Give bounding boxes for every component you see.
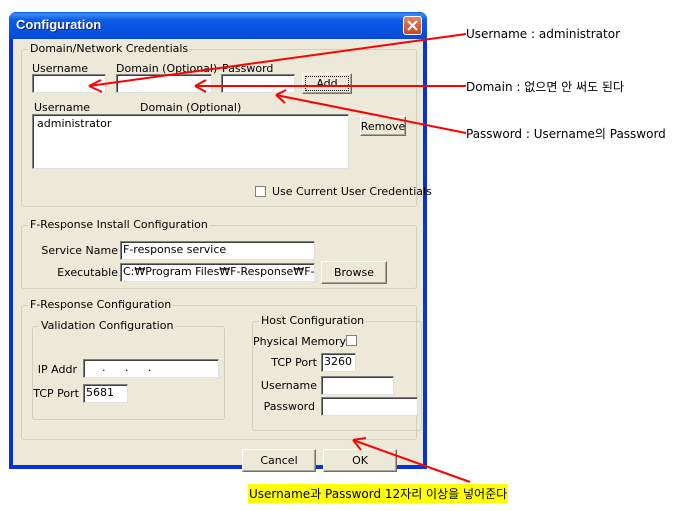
remove-button[interactable]: Remove [360, 116, 406, 136]
window-title: Configuration [16, 17, 102, 32]
service-name-label: Service Name [41, 244, 118, 257]
fresponse-config-group-label: F-Response Configuration [28, 298, 174, 311]
add-button[interactable]: Add [302, 73, 352, 94]
list-header-domain: Domain (Optional) [140, 101, 242, 114]
host-tcp-port-input[interactable]: 3260 [321, 353, 356, 372]
host-tcp-port-label: TCP Port [271, 356, 317, 369]
username-input[interactable] [32, 74, 106, 93]
host-username-label: Username [260, 379, 317, 392]
ip-addr-input[interactable]: . . . [83, 359, 219, 378]
list-item[interactable]: administrator [37, 117, 344, 130]
browse-button[interactable]: Browse [321, 261, 387, 284]
domain-input[interactable] [116, 74, 212, 93]
install-group-label: F-Response Install Configuration [28, 218, 210, 231]
executable-label: Executable [57, 266, 118, 279]
executable-input[interactable]: C:₩Program Files₩F-Response₩F-Res [120, 263, 315, 282]
dialog-client-area: Domain/Network Credentials Username Doma… [13, 39, 432, 472]
host-username-input[interactable] [321, 376, 394, 395]
close-button[interactable] [403, 16, 422, 35]
fresponse-config-group: F-Response Configuration Validation Conf… [21, 298, 422, 440]
host-config-group: Host Configuration Physical Memory TCP P… [252, 314, 422, 431]
use-current-credentials-label: Use Current User Credentials [272, 185, 432, 198]
username-annotation: Username : administrator [466, 27, 621, 41]
use-current-credentials-checkbox[interactable] [255, 186, 266, 197]
list-header-username: Username [34, 101, 91, 114]
service-name-input[interactable]: F-response service [120, 241, 315, 260]
host-config-group-label: Host Configuration [259, 314, 367, 327]
ok-button[interactable]: OK [323, 449, 397, 472]
credentials-group-label: Domain/Network Credentials [28, 42, 191, 55]
ok-annotation: Username과 Password 12자리 이상을 넣어준다 [248, 484, 509, 503]
physical-memory-checkbox[interactable] [346, 335, 357, 346]
physical-memory-label: Physical Memory [253, 335, 346, 348]
install-group: F-Response Install Configuration Service… [21, 218, 417, 289]
close-icon [407, 20, 418, 31]
validation-config-group: Validation Configuration IP Addr . . . T… [32, 319, 225, 420]
host-password-label: Password [263, 400, 315, 413]
cancel-button[interactable]: Cancel [242, 449, 316, 472]
password-annotation: Password : Username의 Password [466, 127, 666, 141]
validation-tcp-port-input[interactable]: 5681 [83, 384, 128, 403]
ip-addr-label: IP Addr [37, 363, 77, 376]
validation-tcp-port-label: TCP Port [33, 387, 79, 400]
title-bar[interactable]: Configuration [9, 12, 427, 39]
configuration-dialog: Configuration Domain/Network Credentials… [9, 12, 432, 472]
validation-config-group-label: Validation Configuration [39, 319, 176, 332]
host-password-input[interactable] [321, 397, 418, 416]
credentials-group: Domain/Network Credentials Username Doma… [21, 42, 432, 207]
domain-annotation: Domain : 없으면 안 써도 된다 [466, 80, 625, 94]
credentials-list[interactable]: administrator [32, 114, 349, 169]
password-input[interactable] [221, 74, 295, 93]
